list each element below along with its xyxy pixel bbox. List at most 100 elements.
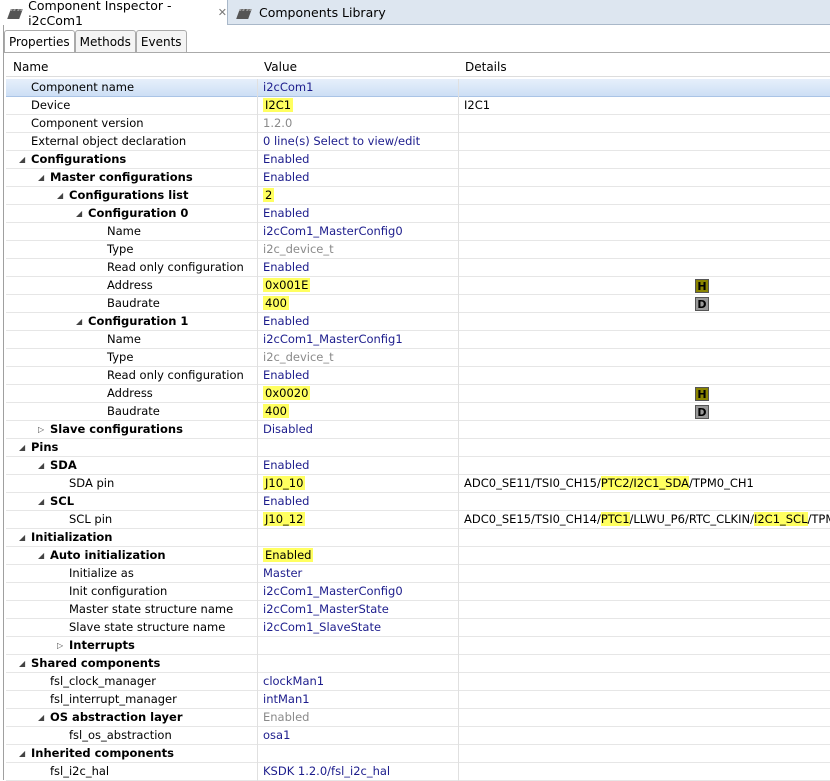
value-cell[interactable]: KSDK 1.2.0/fsl_i2c_hal bbox=[258, 763, 459, 781]
value-cell[interactable]: i2cCom1 bbox=[258, 79, 459, 97]
table-row[interactable]: ◢SCLEnabled bbox=[6, 493, 830, 511]
property-value[interactable]: Enabled bbox=[263, 170, 309, 184]
property-value[interactable]: 0x0020 bbox=[263, 386, 310, 400]
table-row[interactable]: ◢Master configurationsEnabled bbox=[6, 169, 830, 187]
property-value[interactable]: I2C1 bbox=[263, 98, 293, 112]
property-value[interactable]: Enabled bbox=[263, 458, 309, 472]
value-cell[interactable]: 2 bbox=[258, 187, 459, 205]
value-cell[interactable]: 0x0020H bbox=[258, 385, 459, 403]
column-header-value[interactable]: Value bbox=[264, 60, 297, 74]
property-value[interactable]: Enabled bbox=[263, 206, 309, 220]
table-row[interactable]: Address0x001EH bbox=[6, 277, 830, 295]
value-cell[interactable]: Enabled bbox=[258, 151, 459, 169]
property-value[interactable]: J10_10 bbox=[263, 476, 305, 490]
table-row[interactable]: ▷Interrupts bbox=[6, 637, 830, 655]
table-row[interactable]: ◢Auto initializationEnabled bbox=[6, 547, 830, 565]
table-row[interactable]: ◢Pins bbox=[6, 439, 830, 457]
table-row[interactable]: ◢Configurations list2 bbox=[6, 187, 830, 205]
column-header-details[interactable]: Details bbox=[465, 60, 507, 74]
property-value[interactable]: Enabled bbox=[263, 368, 309, 382]
table-row[interactable]: Baudrate400D bbox=[6, 295, 830, 313]
table-row[interactable]: Namei2cCom1_MasterConfig0 bbox=[6, 223, 830, 241]
value-cell[interactable]: 400D bbox=[258, 403, 459, 421]
table-row[interactable]: Slave state structure namei2cCom1_SlaveS… bbox=[6, 619, 830, 637]
property-value[interactable]: Master bbox=[263, 566, 302, 580]
property-value[interactable]: intMan1 bbox=[263, 692, 310, 706]
property-value[interactable]: Enabled bbox=[263, 548, 313, 562]
tab-methods[interactable]: Methods bbox=[75, 30, 136, 52]
table-row[interactable]: Address0x0020H bbox=[6, 385, 830, 403]
table-row[interactable]: fsl_clock_managerclockMan1 bbox=[6, 673, 830, 691]
value-cell[interactable]: I2C1 bbox=[258, 97, 459, 115]
expanded-triangle-icon[interactable]: ◢ bbox=[76, 205, 82, 222]
property-value[interactable]: 2 bbox=[263, 188, 274, 202]
table-row[interactable]: Master state structure namei2cCom1_Maste… bbox=[6, 601, 830, 619]
value-cell[interactable] bbox=[258, 439, 459, 457]
property-value[interactable]: i2cCom1_MasterState bbox=[263, 602, 389, 616]
table-row[interactable]: SDA pinJ10_10ADC0_SE11/TSI0_CH15/PTC2/I2… bbox=[6, 475, 830, 493]
value-cell[interactable]: Enabled bbox=[258, 367, 459, 385]
tab-events[interactable]: Events bbox=[136, 30, 187, 52]
property-value[interactable]: clockMan1 bbox=[263, 674, 324, 688]
table-row[interactable]: Read only configurationEnabled bbox=[6, 367, 830, 385]
property-value[interactable]: i2c_device_t bbox=[263, 350, 334, 364]
table-row[interactable]: ◢OS abstraction layerEnabled bbox=[6, 709, 830, 727]
value-cell[interactable]: J10_12 bbox=[258, 511, 459, 529]
value-cell[interactable]: Enabled bbox=[258, 709, 459, 727]
property-value[interactable]: Enabled bbox=[263, 710, 309, 724]
value-cell[interactable] bbox=[258, 745, 459, 763]
table-row[interactable]: fsl_interrupt_managerintMan1 bbox=[6, 691, 830, 709]
value-cell[interactable] bbox=[258, 637, 459, 655]
property-value[interactable]: i2cCom1_MasterConfig0 bbox=[263, 224, 403, 238]
value-cell[interactable]: Master bbox=[258, 565, 459, 583]
property-value[interactable]: i2cCom1_SlaveState bbox=[263, 620, 381, 634]
table-row[interactable]: Read only configurationEnabled bbox=[6, 259, 830, 277]
expanded-triangle-icon[interactable]: ◢ bbox=[76, 313, 82, 330]
table-row[interactable]: SCL pinJ10_12ADC0_SE15/TSI0_CH14/PTC1/LL… bbox=[6, 511, 830, 529]
value-cell[interactable]: Enabled bbox=[258, 205, 459, 223]
property-value[interactable]: KSDK 1.2.0/fsl_i2c_hal bbox=[263, 764, 390, 778]
expanded-triangle-icon[interactable]: ◢ bbox=[19, 439, 25, 456]
table-row[interactable]: Namei2cCom1_MasterConfig1 bbox=[6, 331, 830, 349]
table-row[interactable]: ◢ConfigurationsEnabled bbox=[6, 151, 830, 169]
property-value[interactable]: 400 bbox=[263, 404, 289, 418]
property-value[interactable]: Enabled bbox=[263, 260, 309, 274]
table-row[interactable]: Initialize asMaster bbox=[6, 565, 830, 583]
expanded-triangle-icon[interactable]: ◢ bbox=[19, 529, 25, 546]
property-value[interactable]: J10_12 bbox=[263, 512, 305, 526]
table-row[interactable]: Typei2c_device_t bbox=[6, 241, 830, 259]
collapsed-triangle-icon[interactable]: ▷ bbox=[38, 421, 44, 438]
value-cell[interactable] bbox=[258, 529, 459, 547]
property-value[interactable]: 0x001E bbox=[263, 278, 310, 292]
property-value[interactable]: Enabled bbox=[263, 494, 309, 508]
property-value[interactable]: Disabled bbox=[263, 422, 313, 436]
value-cell[interactable]: i2c_device_t bbox=[258, 241, 459, 259]
expanded-triangle-icon[interactable]: ◢ bbox=[57, 187, 63, 204]
value-cell[interactable]: i2cCom1_MasterConfig1 bbox=[258, 331, 459, 349]
expanded-triangle-icon[interactable]: ◢ bbox=[19, 745, 25, 762]
expanded-triangle-icon[interactable]: ◢ bbox=[38, 709, 44, 726]
value-cell[interactable]: Enabled bbox=[258, 457, 459, 475]
collapsed-triangle-icon[interactable]: ▷ bbox=[57, 637, 63, 654]
value-cell[interactable]: osa1 bbox=[258, 727, 459, 745]
table-row[interactable]: Init configurationi2cCom1_MasterConfig0 bbox=[6, 583, 830, 601]
property-value[interactable]: osa1 bbox=[263, 728, 290, 742]
table-row[interactable]: ◢Configuration 1Enabled bbox=[6, 313, 830, 331]
property-value[interactable]: 1.2.0 bbox=[263, 116, 292, 130]
property-value[interactable]: 400 bbox=[263, 296, 289, 310]
property-value[interactable]: i2cCom1 bbox=[263, 80, 313, 94]
value-cell[interactable]: i2cCom1_SlaveState bbox=[258, 619, 459, 637]
table-row[interactable]: ◢Initialization bbox=[6, 529, 830, 547]
tab-component-inspector[interactable]: Component Inspector - i2cCom1 ✕ bbox=[0, 0, 228, 25]
table-row[interactable]: ◢Configuration 0Enabled bbox=[6, 205, 830, 223]
table-row[interactable]: ◢Inherited components bbox=[6, 745, 830, 763]
property-value[interactable]: Enabled bbox=[263, 314, 309, 328]
column-header-name[interactable]: Name bbox=[13, 60, 48, 74]
value-cell[interactable]: 1.2.0 bbox=[258, 115, 459, 133]
value-cell[interactable]: 0 line(s) Select to view/edit bbox=[258, 133, 459, 151]
table-row[interactable]: Baudrate400D bbox=[6, 403, 830, 421]
value-cell[interactable]: intMan1 bbox=[258, 691, 459, 709]
expanded-triangle-icon[interactable]: ◢ bbox=[38, 169, 44, 186]
table-row[interactable]: Component namei2cCom1 bbox=[6, 79, 830, 97]
property-value[interactable]: 0 line(s) Select to view/edit bbox=[263, 134, 420, 148]
